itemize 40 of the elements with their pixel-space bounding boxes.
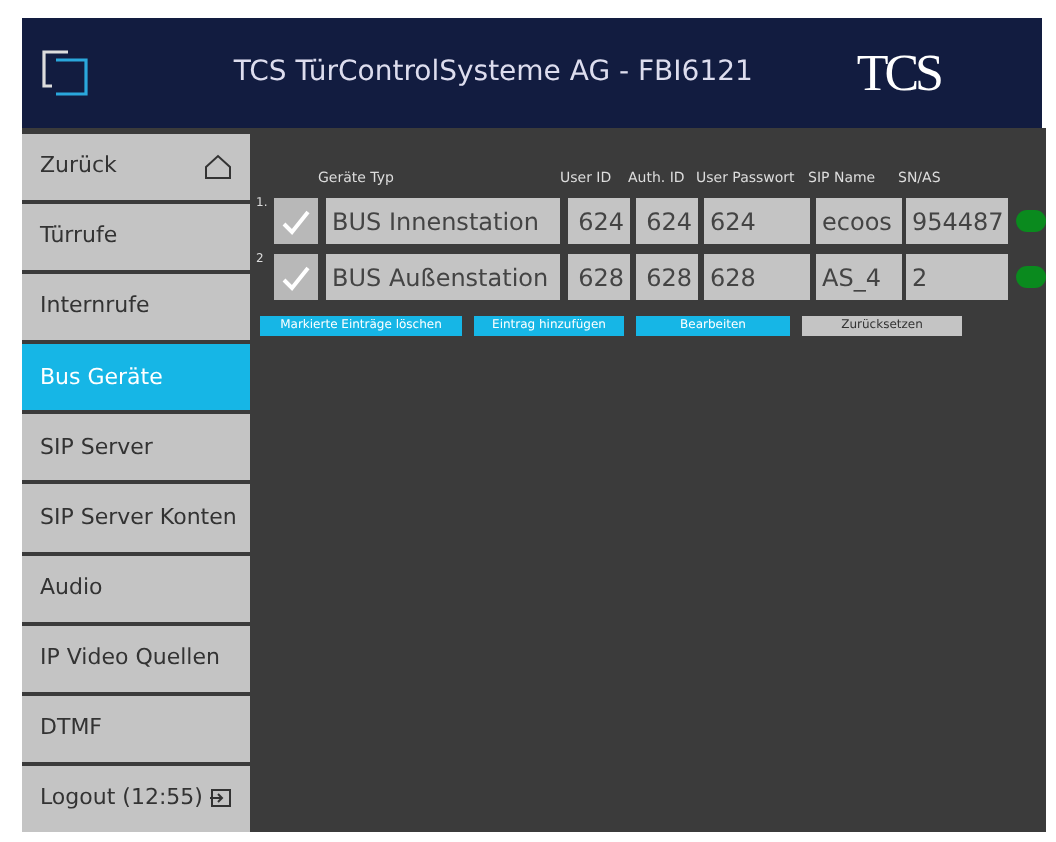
menu-item[interactable]: Internrufe bbox=[22, 274, 250, 341]
checkbox[interactable] bbox=[274, 254, 318, 300]
input-field[interactable]: BUS Außenstation bbox=[326, 254, 560, 300]
input-field[interactable]: 2 bbox=[906, 254, 1008, 300]
check-icon bbox=[280, 263, 312, 291]
menu-item[interactable]: Türrufe bbox=[22, 204, 250, 271]
input-field[interactable]: 628 bbox=[636, 254, 698, 300]
menu-item[interactable]: Audio bbox=[22, 555, 250, 622]
menu-label: Zurück bbox=[40, 150, 117, 183]
logout-icon bbox=[210, 788, 232, 809]
menu-item[interactable]: SIP Server bbox=[22, 414, 250, 481]
menu-label: Audio bbox=[40, 571, 103, 604]
logo: TCS bbox=[856, 47, 940, 99]
input-field[interactable]: BUS Innenstation bbox=[326, 198, 560, 244]
window-title: TCS TürControlSysteme AG - FBI6121 bbox=[233, 54, 753, 92]
home-icon bbox=[204, 154, 232, 181]
menu-label: Internrufe bbox=[40, 290, 150, 323]
menu-item[interactable]: Zurück bbox=[22, 134, 250, 201]
menu-label: SIP Server bbox=[40, 431, 153, 464]
menu-label: DTMF bbox=[40, 712, 103, 745]
input-field[interactable]: 954487 bbox=[906, 198, 1008, 244]
app-icon bbox=[40, 48, 90, 98]
menu-item[interactable]: SIP Server Konten bbox=[22, 484, 250, 552]
menu-label: Logout (12:55) bbox=[40, 782, 203, 815]
input-field[interactable]: 624 bbox=[636, 198, 698, 244]
input-field[interactable]: 628 bbox=[704, 254, 810, 300]
menu-label: Türrufe bbox=[40, 220, 118, 253]
input-field[interactable]: 624 bbox=[704, 198, 810, 244]
input-field[interactable]: 628 bbox=[568, 254, 630, 300]
menu-label: SIP Server Konten bbox=[40, 501, 237, 534]
checkbox[interactable] bbox=[274, 198, 318, 244]
menu-label: Bus Geräte bbox=[40, 361, 163, 394]
input-field[interactable]: 624 bbox=[568, 198, 630, 244]
check-icon bbox=[280, 207, 312, 235]
input-field[interactable]: AS_4 bbox=[816, 254, 902, 300]
menu-item[interactable]: IP Video Quellen bbox=[22, 625, 250, 692]
input-field[interactable]: ecoos bbox=[816, 198, 902, 244]
menu-label: IP Video Quellen bbox=[40, 641, 220, 674]
menu-item[interactable]: Logout (12:55) bbox=[22, 765, 250, 832]
menu-item[interactable]: DTMF bbox=[22, 695, 250, 762]
